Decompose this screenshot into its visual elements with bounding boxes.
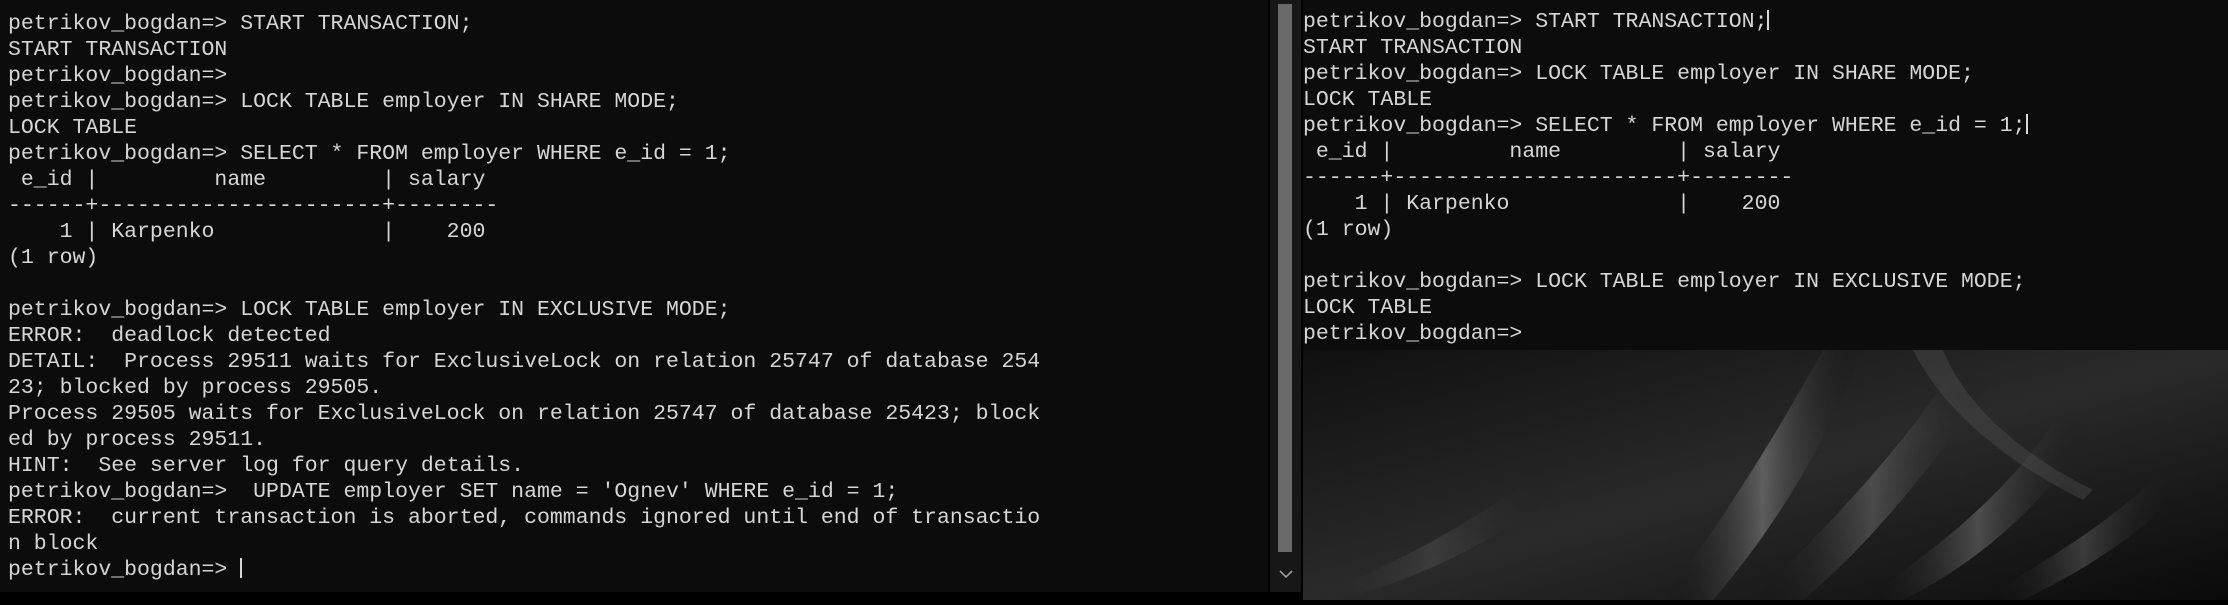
chevron-down-icon[interactable] <box>1270 560 1301 590</box>
left-terminal-window[interactable]: petrikov_bogdan=> START TRANSACTION; STA… <box>0 0 1268 592</box>
terminal-line: 23; blocked by process 29505. <box>8 376 383 400</box>
terminal-line: Process 29505 waits for ExclusiveLock on… <box>8 402 1041 426</box>
terminal-line: (1 row) <box>8 246 99 270</box>
terminal-line: ------+----------------------+-------- <box>8 194 499 218</box>
terminal-line: e_id | name | salary <box>1303 140 1781 164</box>
terminal-line: LOCK TABLE <box>1303 88 1433 112</box>
terminal-line: LOCK TABLE <box>8 116 138 140</box>
terminal-prompt-line[interactable]: petrikov_bogdan=> <box>1303 322 1522 346</box>
terminal-prompt-line[interactable]: petrikov_bogdan=> <box>8 558 243 582</box>
terminal-line: petrikov_bogdan=> SELECT * FROM employer… <box>8 142 731 166</box>
left-terminal-output: petrikov_bogdan=> START TRANSACTION; STA… <box>0 0 1268 583</box>
terminal-line: petrikov_bogdan=> LOCK TABLE employer IN… <box>8 298 731 322</box>
terminal-line: ed by process 29511. <box>8 428 267 452</box>
terminal-line: petrikov_bogdan=> <box>8 64 228 88</box>
terminal-line: petrikov_bogdan=> START TRANSACTION; <box>8 12 473 36</box>
terminal-line: petrikov_bogdan=> START TRANSACTION; <box>1303 10 1770 34</box>
wallpaper-image <box>1303 350 2228 600</box>
text-cursor <box>1767 10 1770 30</box>
terminal-line: START TRANSACTION <box>8 38 228 62</box>
right-terminal-window[interactable]: petrikov_bogdan=> START TRANSACTION; STA… <box>1303 0 2228 350</box>
terminal-line: petrikov_bogdan=> UPDATE employer SET na… <box>8 480 899 504</box>
text-cursor <box>2025 114 2028 134</box>
terminal-line: HINT: See server log for query details. <box>8 454 525 478</box>
terminal-line: (1 row) <box>1303 218 1394 242</box>
terminal-line: LOCK TABLE <box>1303 296 1433 320</box>
terminal-line: petrikov_bogdan=> LOCK TABLE employer IN… <box>1303 62 1974 86</box>
right-terminal-output: petrikov_bogdan=> START TRANSACTION; STA… <box>1303 0 2228 347</box>
text-cursor <box>240 558 243 578</box>
terminal-line: 1 | Karpenko | 200 <box>1303 192 1781 216</box>
terminal-line: 1 | Karpenko | 200 <box>8 220 486 244</box>
terminal-line: ------+----------------------+-------- <box>1303 166 1794 190</box>
terminal-line: petrikov_bogdan=> SELECT * FROM employer… <box>1303 114 2028 138</box>
terminal-line: petrikov_bogdan=> LOCK TABLE employer IN… <box>8 90 679 114</box>
desktop-wallpaper <box>1303 350 2228 600</box>
terminal-line: petrikov_bogdan=> LOCK TABLE employer IN… <box>1303 270 2026 294</box>
terminal-prompt: petrikov_bogdan=> <box>8 558 241 582</box>
terminal-line: ERROR: current transaction is aborted, c… <box>8 506 1041 530</box>
scrollbar-thumb[interactable] <box>1278 4 1292 552</box>
window-edge <box>0 592 1303 600</box>
terminal-scrollbar[interactable] <box>1270 0 1301 592</box>
terminal-line: START TRANSACTION <box>1303 36 1523 60</box>
terminal-line: e_id | name | salary <box>8 168 486 192</box>
terminal-line: ERROR: deadlock detected <box>8 324 331 348</box>
terminal-line: DETAIL: Process 29511 waits for Exclusiv… <box>8 350 1041 374</box>
terminal-line: n block <box>8 532 99 556</box>
